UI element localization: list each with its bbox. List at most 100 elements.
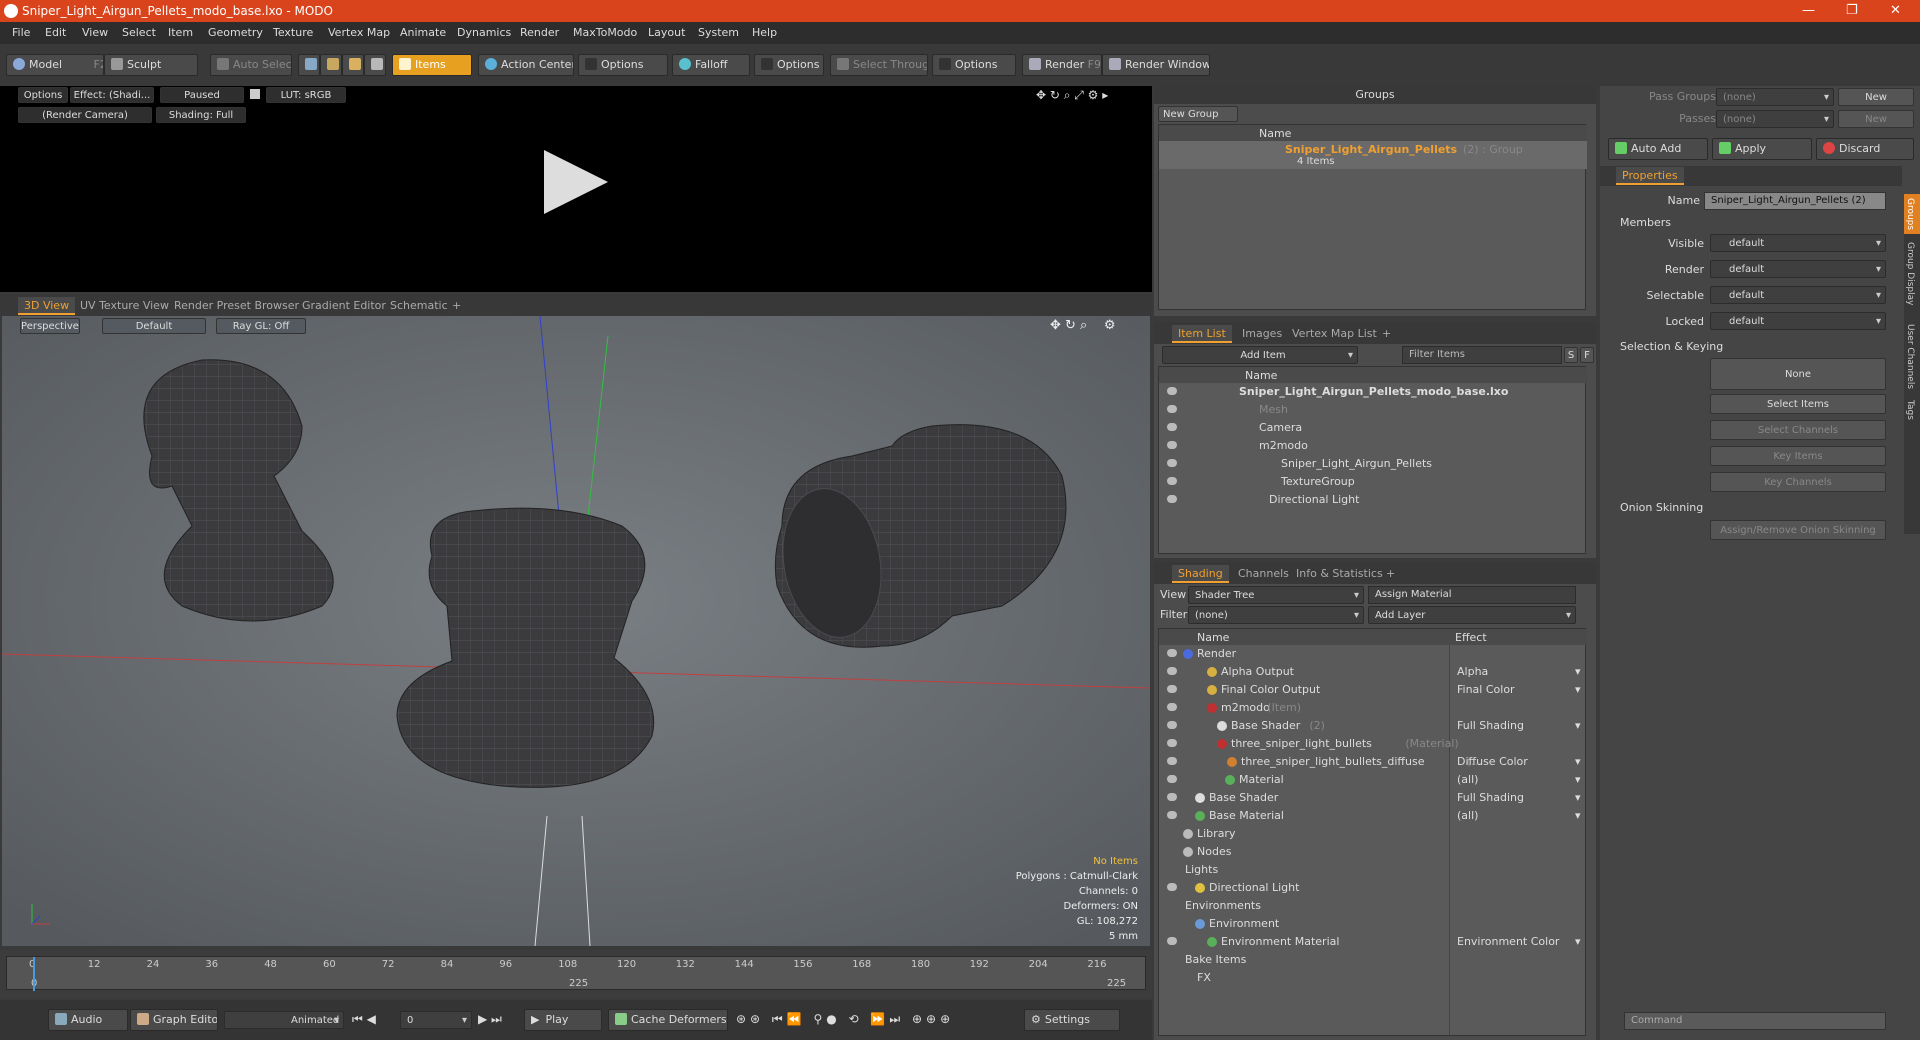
shader-effect[interactable]: Full Shading (1457, 791, 1524, 804)
auto-add-button[interactable]: Auto Add (1608, 138, 1708, 160)
shader-row[interactable]: Directional Light (1159, 879, 1585, 897)
tab-images[interactable]: Images (1236, 325, 1288, 343)
animated-dropdown[interactable]: Animated (224, 1011, 344, 1029)
preview-shading-dropdown[interactable]: Shading: Full (156, 107, 246, 123)
menu-animate[interactable]: Animate (400, 26, 446, 39)
preview-paused-button[interactable]: Paused (160, 87, 244, 103)
assign-material-button[interactable]: Assign Material (1368, 586, 1576, 604)
select-through-options-button[interactable]: Options (932, 54, 1016, 76)
passes-new-button[interactable]: New (1838, 110, 1914, 128)
shader-row[interactable]: Environments (1159, 897, 1585, 915)
falloff-options-button[interactable]: Options (754, 54, 824, 76)
menu-file[interactable]: File (12, 26, 30, 39)
menu-select[interactable]: Select (122, 26, 156, 39)
perspective-dropdown[interactable]: Perspective (20, 318, 80, 334)
select-none-button[interactable]: None (1710, 358, 1886, 390)
add-tab-button[interactable]: + (446, 297, 467, 315)
tab-gradient-editor[interactable]: Gradient Editor (296, 297, 392, 315)
tree-row[interactable]: Mesh (1159, 401, 1585, 419)
shader-row[interactable]: Library (1159, 825, 1585, 843)
action-center-button[interactable]: Action Center (478, 54, 574, 76)
ray-gl-toggle[interactable]: Ray GL: Off (216, 318, 306, 334)
add-item-dropdown[interactable]: Add Item (1162, 346, 1358, 364)
lock-icon[interactable] (250, 89, 260, 99)
menu-maxtomodo[interactable]: MaxToModo (573, 26, 637, 39)
pass-groups-new-button[interactable]: New (1838, 88, 1914, 106)
apply-button[interactable]: Apply (1712, 138, 1812, 160)
tab-vertex-map-list[interactable]: Vertex Map List (1286, 325, 1383, 343)
tab-uv-texture-view[interactable]: UV Texture View (74, 297, 175, 315)
filter-items-input[interactable]: Filter Items (1402, 346, 1562, 364)
group-row[interactable]: Sniper_Light_Airgun_Pellets (2) : Group … (1159, 141, 1587, 169)
key-channels-button[interactable]: Key Channels (1710, 472, 1886, 492)
auto-select-button[interactable]: Auto Select (210, 54, 292, 76)
discard-button[interactable]: Discard (1816, 138, 1914, 160)
tab-properties[interactable]: Properties (1616, 167, 1684, 185)
group-name-input[interactable]: Sniper_Light_Airgun_Pellets (2) (1704, 192, 1886, 210)
eye-icon[interactable] (1167, 937, 1177, 945)
model-mode-button[interactable]: Model F2 (6, 54, 104, 76)
eye-icon[interactable] (1167, 757, 1177, 765)
eye-icon[interactable] (1167, 721, 1177, 729)
chevron-down-icon[interactable]: ▾ (1575, 719, 1581, 732)
eye-icon[interactable] (1167, 775, 1177, 783)
eye-icon[interactable] (1167, 811, 1177, 819)
side-tab-user-channels[interactable]: User Channels (1905, 324, 1915, 389)
shading-style-dropdown[interactable]: Default (102, 318, 206, 334)
chevron-down-icon[interactable]: ▾ (1575, 755, 1581, 768)
tree-row[interactable]: Camera (1159, 419, 1585, 437)
tree-row[interactable]: Sniper_Light_Airgun_Pellets (1159, 455, 1585, 473)
shader-effect[interactable]: (all) (1457, 809, 1478, 822)
shader-effect[interactable]: Final Color (1457, 683, 1515, 696)
eye-icon[interactable] (1167, 441, 1177, 449)
menu-system[interactable]: System (698, 26, 739, 39)
3d-viewport[interactable]: Perspective Default Ray GL: Off ✥ ↻ ⌕ ⚙ … (2, 316, 1150, 946)
add-tab-button[interactable]: + (1376, 325, 1397, 343)
filter-dropdown[interactable]: (none) (1188, 606, 1364, 624)
shader-row[interactable]: Final Color Output Final Color ▾ (1159, 681, 1585, 699)
menu-dynamics[interactable]: Dynamics (457, 26, 511, 39)
tab-channels[interactable]: Channels (1232, 565, 1295, 583)
shader-row[interactable]: three_sniper_light_bullets (Material) (1159, 735, 1585, 753)
tab-item-list[interactable]: Item List (1172, 325, 1232, 343)
assign-onion-skinning-button[interactable]: Assign/Remove Onion Skinning (1710, 520, 1886, 540)
tab-schematic[interactable]: Schematic (384, 297, 454, 315)
current-frame-field[interactable]: 0 (400, 1011, 472, 1029)
select-items-button[interactable]: Select Items (1710, 394, 1886, 414)
eye-icon[interactable] (1167, 883, 1177, 891)
tab-3d-view[interactable]: 3D View (18, 297, 76, 315)
eye-icon[interactable] (1167, 423, 1177, 431)
shader-row[interactable]: Base Material (all) ▾ (1159, 807, 1585, 825)
eye-icon[interactable] (1167, 793, 1177, 801)
play-button[interactable]: ▶ Play (524, 1009, 602, 1031)
chevron-down-icon[interactable]: ▾ (1575, 683, 1581, 696)
vertices-mode-button[interactable] (298, 54, 320, 76)
shader-effect[interactable]: Full Shading (1457, 719, 1524, 732)
select-through-button[interactable]: Select Through (830, 54, 928, 76)
shader-effect[interactable]: Environment Color (1457, 935, 1559, 948)
select-channels-button[interactable]: Select Channels (1710, 420, 1886, 440)
eye-icon[interactable] (1167, 685, 1177, 693)
tree-row[interactable]: Sniper_Light_Airgun_Pellets_modo_base.lx… (1159, 383, 1585, 401)
shader-row[interactable]: Base Shader (2) Full Shading ▾ (1159, 717, 1585, 735)
eye-icon[interactable] (1167, 387, 1177, 395)
chevron-down-icon[interactable]: ▾ (1575, 791, 1581, 804)
preview-effect-dropdown[interactable]: Effect: (Shadi... (70, 87, 154, 103)
play-icon[interactable] (544, 150, 608, 214)
minimize-icon[interactable]: — (1802, 3, 1815, 18)
eye-icon[interactable] (1167, 477, 1177, 485)
shader-row[interactable]: three_sniper_light_bullets_diffuse (... Di… (1159, 753, 1585, 771)
edges-mode-button[interactable] (320, 54, 342, 76)
preview-options-button[interactable]: Options (18, 87, 68, 103)
tab-render-preset-browser[interactable]: Render Preset Browser (168, 297, 305, 315)
viewport-nav-icons[interactable]: ✥ ↻ ⌕ ⚙ (1050, 318, 1116, 333)
menu-geometry[interactable]: Geometry (208, 26, 263, 39)
polygons-mode-button[interactable] (342, 54, 364, 76)
pass-groups-dropdown[interactable]: (none) (1716, 88, 1834, 106)
shader-row[interactable]: Lights (1159, 861, 1585, 879)
shader-effect[interactable]: (all) (1457, 773, 1478, 786)
render-button[interactable]: Render F9 (1022, 54, 1102, 76)
passes-dropdown[interactable]: (none) (1716, 110, 1834, 128)
eye-icon[interactable] (1167, 459, 1177, 467)
tab-shading[interactable]: Shading (1172, 565, 1229, 583)
